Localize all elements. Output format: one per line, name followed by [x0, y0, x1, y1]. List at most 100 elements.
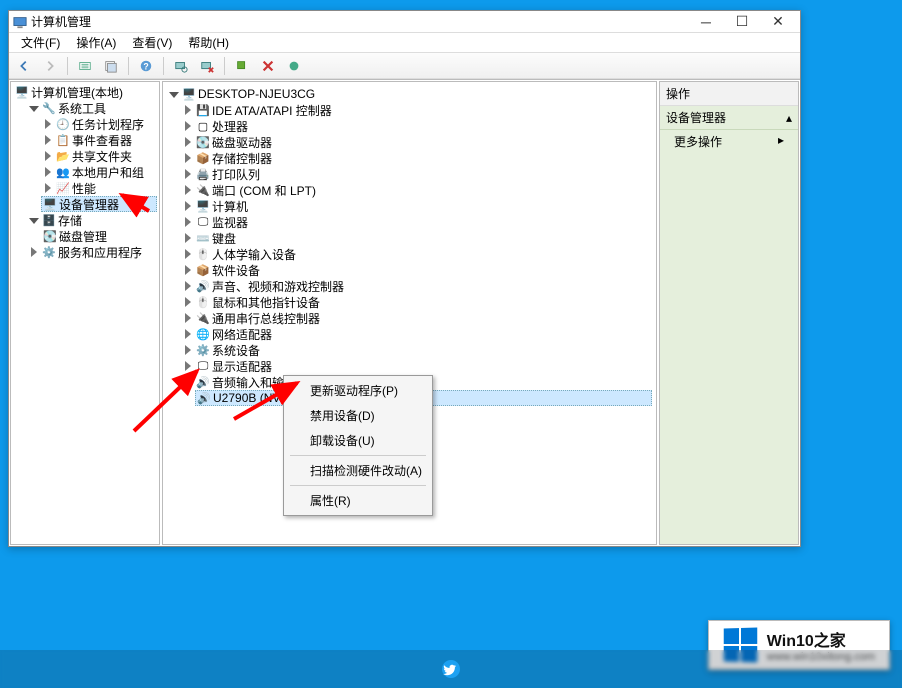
help-button[interactable]: ?: [135, 55, 157, 77]
device-category[interactable]: 🔌 通用串行总线控制器: [181, 310, 652, 326]
back-button[interactable]: [13, 55, 35, 77]
device-icon: 🖱️: [196, 295, 210, 309]
expand-toggle[interactable]: [183, 105, 194, 116]
console-tree-pane[interactable]: 🖥️ 计算机管理(本地) 🔧 系统工具: [10, 81, 160, 545]
device-manager-pane[interactable]: 🖥️ DESKTOP-NJEU3CG 💾 IDE ATA/ATAPI 控制器 ▢…: [162, 81, 657, 545]
uninstall-button[interactable]: [196, 55, 218, 77]
expand-toggle[interactable]: [183, 233, 194, 244]
expand-toggle[interactable]: [43, 167, 54, 178]
expand-toggle[interactable]: [43, 119, 54, 130]
menu-help[interactable]: 帮助(H): [180, 32, 237, 53]
expand-toggle[interactable]: [43, 135, 54, 146]
expand-toggle[interactable]: [183, 169, 194, 180]
ctx-properties[interactable]: 属性(R): [286, 488, 430, 513]
device-root[interactable]: 🖥️ DESKTOP-NJEU3CG: [167, 86, 652, 102]
close-button[interactable]: ✕: [760, 11, 796, 33]
ctx-scan-hardware[interactable]: 扫描检测硬件改动(A): [286, 458, 430, 483]
tree-services-apps[interactable]: ⚙️ 服务和应用程序: [27, 244, 157, 260]
menu-view[interactable]: 查看(V): [124, 32, 180, 53]
device-icon: ▢: [196, 119, 210, 133]
device-category[interactable]: 🔌 端口 (COM 和 LPT): [181, 182, 652, 198]
taskbar[interactable]: [0, 650, 902, 688]
gears-icon: ⚙️: [42, 245, 56, 259]
expand-toggle[interactable]: [183, 313, 194, 324]
expand-toggle[interactable]: [29, 103, 40, 114]
expand-toggle[interactable]: [183, 345, 194, 356]
context-menu: 更新驱动程序(P) 禁用设备(D) 卸载设备(U) 扫描检测硬件改动(A) 属性…: [283, 375, 433, 516]
device-icon: 🖵: [196, 215, 210, 229]
device-category[interactable]: 🖱️ 鼠标和其他指针设备: [181, 294, 652, 310]
tree-label: 键盘: [212, 230, 236, 247]
device-icon: 🔌: [196, 183, 210, 197]
expand-toggle[interactable]: [183, 249, 194, 260]
tree-local-users[interactable]: 👥本地用户和组: [41, 164, 157, 180]
maximize-button[interactable]: ☐: [724, 11, 760, 33]
expand-toggle[interactable]: [183, 265, 194, 276]
tree-task-scheduler[interactable]: 🕘任务计划程序: [41, 116, 157, 132]
ctx-update-driver[interactable]: 更新驱动程序(P): [286, 378, 430, 403]
ctx-separator: [290, 485, 426, 486]
tree-label: 磁盘驱动器: [212, 134, 272, 151]
expand-toggle[interactable]: [183, 153, 194, 164]
actions-section-title[interactable]: 设备管理器 ▴: [660, 106, 798, 130]
taskbar-app[interactable]: [431, 654, 471, 684]
expand-toggle[interactable]: [183, 281, 194, 292]
expand-toggle[interactable]: [183, 297, 194, 308]
properties-button[interactable]: [100, 55, 122, 77]
tree-label: 服务和应用程序: [58, 244, 142, 261]
device-category[interactable]: 🖥️ 计算机: [181, 198, 652, 214]
expand-toggle[interactable]: [183, 361, 194, 372]
device-category[interactable]: ⌨️ 键盘: [181, 230, 652, 246]
tree-storage[interactable]: 🗄️ 存储: [27, 212, 157, 228]
device-category[interactable]: 🖵 监视器: [181, 214, 652, 230]
tree-event-viewer[interactable]: 📋事件查看器: [41, 132, 157, 148]
expand-toggle[interactable]: [183, 201, 194, 212]
device-category[interactable]: ⚙️ 系统设备: [181, 342, 652, 358]
device-category[interactable]: 📦 软件设备: [181, 262, 652, 278]
tree-system-tools[interactable]: 🔧 系统工具: [27, 100, 157, 116]
expand-toggle[interactable]: [183, 137, 194, 148]
titlebar[interactable]: 计算机管理 ─ ☐ ✕: [9, 11, 800, 33]
device-category[interactable]: 🖱️ 人体学输入设备: [181, 246, 652, 262]
tree-device-manager[interactable]: 🖥️设备管理器: [41, 196, 157, 212]
expand-toggle[interactable]: [43, 151, 54, 162]
device-category[interactable]: 🖵 显示适配器: [181, 358, 652, 374]
device-icon: 🖨️: [196, 167, 210, 181]
device-category[interactable]: 🌐 网络适配器: [181, 326, 652, 342]
device-icon: 🔊: [196, 279, 210, 293]
disable-button[interactable]: [257, 55, 279, 77]
expand-toggle[interactable]: [29, 215, 40, 226]
device-category[interactable]: ▢ 处理器: [181, 118, 652, 134]
device-category[interactable]: 🖨️ 打印队列: [181, 166, 652, 182]
update-driver-button[interactable]: [231, 55, 253, 77]
ctx-uninstall-device[interactable]: 卸载设备(U): [286, 428, 430, 453]
actions-more[interactable]: 更多操作 ▸: [660, 130, 798, 153]
tree-shared-folders[interactable]: 📂共享文件夹: [41, 148, 157, 164]
minimize-button[interactable]: ─: [688, 11, 724, 33]
expand-toggle[interactable]: [169, 89, 180, 100]
up-button[interactable]: [74, 55, 96, 77]
device-category[interactable]: 💽 磁盘驱动器: [181, 134, 652, 150]
tree-computer-management[interactable]: 🖥️ 计算机管理(本地): [13, 84, 157, 100]
menu-file[interactable]: 文件(F): [13, 32, 68, 53]
device-category[interactable]: 💾 IDE ATA/ATAPI 控制器: [181, 102, 652, 118]
expand-toggle[interactable]: [183, 329, 194, 340]
device-category[interactable]: 🔊 声音、视频和游戏控制器: [181, 278, 652, 294]
expand-toggle[interactable]: [183, 217, 194, 228]
expand-toggle[interactable]: [43, 183, 54, 194]
collapse-icon[interactable]: ▴: [786, 111, 792, 125]
event-icon: 📋: [56, 133, 70, 147]
ctx-disable-device[interactable]: 禁用设备(D): [286, 403, 430, 428]
tree-label: 事件查看器: [72, 132, 132, 149]
expand-toggle[interactable]: [183, 121, 194, 132]
menu-action[interactable]: 操作(A): [68, 32, 124, 53]
forward-button[interactable]: [39, 55, 61, 77]
enable-button[interactable]: [283, 55, 305, 77]
scan-hardware-button[interactable]: [170, 55, 192, 77]
expand-toggle[interactable]: [183, 185, 194, 196]
expand-toggle[interactable]: [29, 247, 40, 258]
expand-toggle[interactable]: [183, 377, 194, 388]
tree-performance[interactable]: 📈性能: [41, 180, 157, 196]
device-category[interactable]: 📦 存储控制器: [181, 150, 652, 166]
tree-disk-management[interactable]: 💽磁盘管理: [41, 228, 157, 244]
